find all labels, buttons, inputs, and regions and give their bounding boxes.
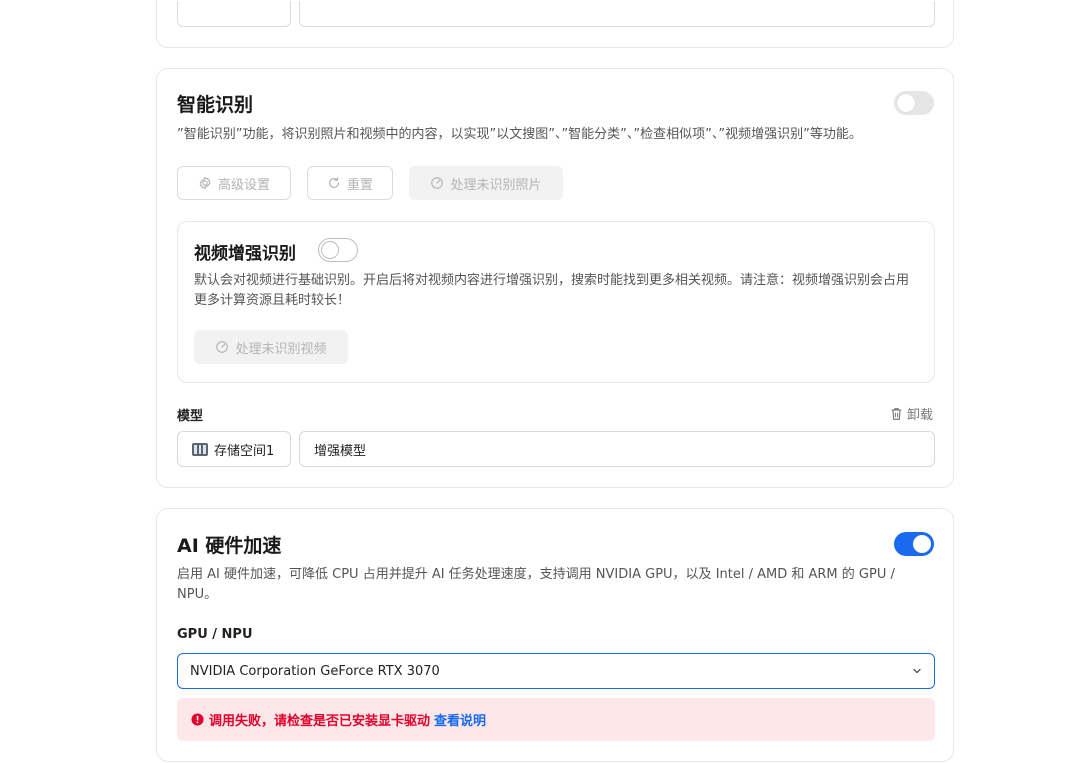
refresh-icon <box>329 176 339 188</box>
toggle-knob <box>321 241 339 259</box>
storage-value: 存储空间1 <box>214 443 275 459</box>
toggle-knob <box>913 535 931 553</box>
trash-icon <box>891 407 902 420</box>
hw-accel-toggle[interactable] <box>894 532 934 556</box>
video-enhance-toggle[interactable] <box>318 238 358 262</box>
previous-storage-field[interactable] <box>177 1 291 27</box>
model-label: 模型 <box>177 409 204 424</box>
uninstall-button[interactable]: 卸载 <box>890 404 933 423</box>
reset-label: 重置 <box>346 177 373 193</box>
reset-button[interactable]: 重置 <box>307 166 393 200</box>
gauge-icon <box>431 177 444 189</box>
chevron-down-icon <box>913 668 921 674</box>
storage-icon <box>192 442 208 456</box>
smart-recognition-card: 智能识别 ”智能识别”功能，将识别照片和视频中的内容，以实现”以文搜图”、”智能… <box>156 68 954 488</box>
smart-recognition-description: ”智能识别”功能，将识别照片和视频中的内容，以实现”以文搜图”、”智能分类”、”… <box>177 127 862 142</box>
model-select[interactable]: 增强模型 <box>299 431 935 467</box>
process-photos-button[interactable]: 处理未识别照片 <box>409 166 563 200</box>
hw-accel-description: 启用 AI 硬件加速，可降低 CPU 占用并提升 AI 任务处理速度，支持调用 … <box>177 567 895 602</box>
gpu-label: GPU / NPU <box>177 627 253 642</box>
video-enhance-panel: 视频增强识别 默认会对视频进行基础识别。开启后将对视频内容进行增强识别，搜索时能… <box>177 221 935 383</box>
model-value: 增强模型 <box>314 443 367 459</box>
gauge-icon <box>216 341 229 353</box>
advanced-settings-button[interactable]: 高级设置 <box>177 166 291 200</box>
hw-accel-title: AI 硬件加速 <box>177 535 282 557</box>
view-instructions-link[interactable]: 查看说明 <box>434 710 486 729</box>
hw-accel-card: AI 硬件加速 启用 AI 硬件加速，可降低 CPU 占用并提升 AI 任务处理… <box>156 508 954 762</box>
gear-icon <box>199 176 211 190</box>
gpu-select[interactable]: NVIDIA Corporation GeForce RTX 3070 <box>177 653 935 689</box>
smart-recognition-toggle[interactable] <box>894 91 934 115</box>
previous-model-field[interactable] <box>299 1 935 27</box>
error-message: 调用失败，请检查是否已安装显卡驱动 <box>209 714 431 729</box>
advanced-settings-label: 高级设置 <box>217 177 270 193</box>
gpu-selected-value: NVIDIA Corporation GeForce RTX 3070 <box>190 663 440 679</box>
video-enhance-title: 视频增强识别 <box>194 244 296 264</box>
error-icon <box>191 713 204 726</box>
error-alert: 调用失败，请检查是否已安装显卡驱动 查看说明 <box>177 698 935 741</box>
smart-recognition-title: 智能识别 <box>177 94 254 116</box>
settings-page: 智能识别 ”智能识别”功能，将识别照片和视频中的内容，以实现”以文搜图”、”智能… <box>0 0 1080 763</box>
storage-select[interactable]: 存储空间1 <box>177 431 291 467</box>
toggle-knob <box>897 94 915 112</box>
video-enhance-description: 默认会对视频进行基础识别。开启后将对视频内容进行增强识别，搜索时能找到更多相关视… <box>194 273 910 308</box>
process-videos-button[interactable]: 处理未识别视频 <box>194 330 348 364</box>
process-videos-label: 处理未识别视频 <box>235 341 327 357</box>
previous-card <box>156 0 954 48</box>
process-photos-label: 处理未识别照片 <box>450 177 542 193</box>
uninstall-label: 卸载 <box>906 408 933 423</box>
